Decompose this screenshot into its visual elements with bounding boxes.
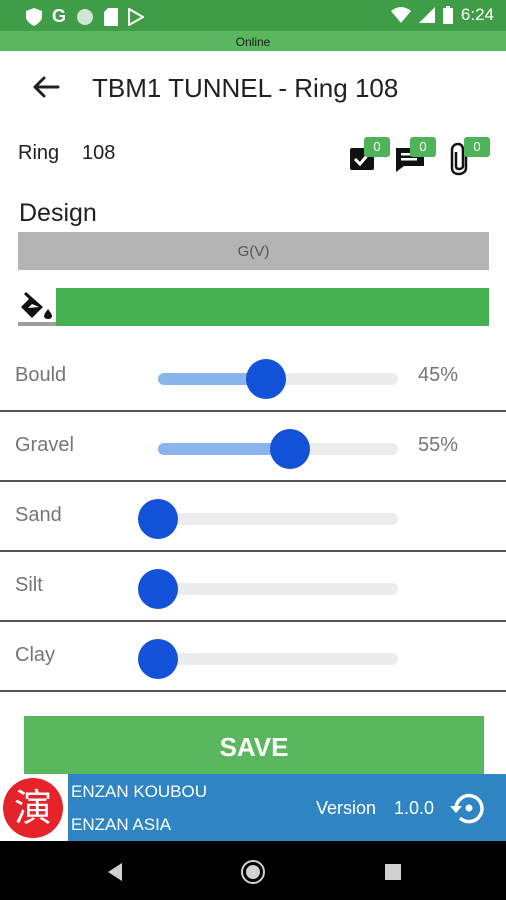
circle-icon bbox=[77, 8, 94, 25]
restore-icon[interactable] bbox=[448, 788, 488, 828]
connection-status: Online bbox=[0, 31, 506, 51]
design-value-bar[interactable]: G(V) bbox=[18, 232, 489, 270]
notification-icons: G bbox=[26, 6, 145, 27]
navigation-bar bbox=[0, 841, 506, 900]
attachment-count-badge: 0 bbox=[464, 137, 490, 157]
nav-home-icon[interactable] bbox=[240, 859, 266, 885]
fill-color-swatch[interactable] bbox=[56, 288, 489, 326]
slider-thumb[interactable] bbox=[138, 569, 178, 609]
status-time: 6:24 bbox=[460, 5, 494, 24]
ring-value: 108 bbox=[82, 142, 116, 164]
fill-color-row[interactable] bbox=[18, 288, 489, 326]
footer: 演 ENZAN KOUBOU ENZAN ASIA Version 1.0.0 bbox=[0, 774, 506, 841]
slider-label: Bould bbox=[15, 364, 67, 386]
google-icon: G bbox=[52, 6, 67, 26]
slider-thumb[interactable] bbox=[270, 429, 310, 469]
slider-track[interactable] bbox=[158, 513, 398, 525]
slider-label: Silt bbox=[15, 574, 43, 596]
ring-row: Ring 108 0 0 0 bbox=[18, 137, 490, 180]
slider-thumb[interactable] bbox=[138, 639, 178, 679]
slider-track[interactable] bbox=[158, 653, 398, 665]
checklist-button[interactable]: 0 bbox=[348, 137, 390, 176]
attachments-button[interactable]: 0 bbox=[448, 137, 490, 176]
slider-label: Clay bbox=[15, 644, 56, 666]
slider-row-gravel: Gravel 55% bbox=[0, 412, 506, 482]
arrow-back-icon[interactable] bbox=[28, 69, 64, 105]
paint-bucket-icon bbox=[18, 292, 56, 326]
status-bar: G 6:24 bbox=[0, 0, 506, 31]
ring-actions: 0 0 0 bbox=[348, 136, 490, 176]
version-value: 1.0.0 bbox=[394, 798, 435, 818]
sim-icon bbox=[104, 7, 119, 26]
slider-thumb[interactable] bbox=[138, 499, 178, 539]
toolbar: TBM1 TUNNEL - Ring 108 bbox=[0, 51, 506, 125]
nav-back-icon[interactable] bbox=[102, 859, 128, 885]
comment-count-badge: 0 bbox=[410, 137, 436, 157]
slider-row-silt: Silt bbox=[0, 552, 506, 622]
design-label: Design bbox=[19, 199, 97, 227]
battery-icon bbox=[442, 6, 453, 24]
slider-row-bould: Bould 45% bbox=[0, 342, 506, 412]
slider-label: Sand bbox=[15, 504, 62, 526]
slider-row-sand: Sand bbox=[0, 482, 506, 552]
page-title: TBM1 TUNNEL - Ring 108 bbox=[92, 73, 399, 103]
shield-icon bbox=[26, 7, 42, 26]
logo-mark: 演 bbox=[3, 778, 63, 838]
company-name: ENZAN KOUBOU bbox=[71, 782, 208, 801]
slider-thumb[interactable] bbox=[246, 359, 286, 399]
company-subname: ENZAN ASIA bbox=[71, 815, 172, 834]
ring-label: Ring bbox=[18, 142, 60, 164]
comments-button[interactable]: 0 bbox=[394, 137, 436, 176]
save-button[interactable]: SAVE bbox=[24, 716, 484, 776]
logo: 演 bbox=[0, 774, 68, 841]
version-label: Version bbox=[316, 798, 377, 818]
slider-row-clay: Clay bbox=[0, 622, 506, 692]
nav-recents-icon[interactable] bbox=[380, 859, 406, 885]
signal-icon bbox=[418, 7, 435, 23]
wifi-icon bbox=[390, 7, 411, 23]
slider-percent: 45% bbox=[418, 364, 459, 386]
checklist-count-badge: 0 bbox=[364, 137, 390, 157]
slider-percent: 55% bbox=[418, 434, 459, 456]
system-icons: 6:24 bbox=[390, 5, 494, 25]
play-store-icon bbox=[128, 7, 145, 26]
slider-track[interactable] bbox=[158, 583, 398, 595]
slider-label: Gravel bbox=[15, 434, 74, 456]
